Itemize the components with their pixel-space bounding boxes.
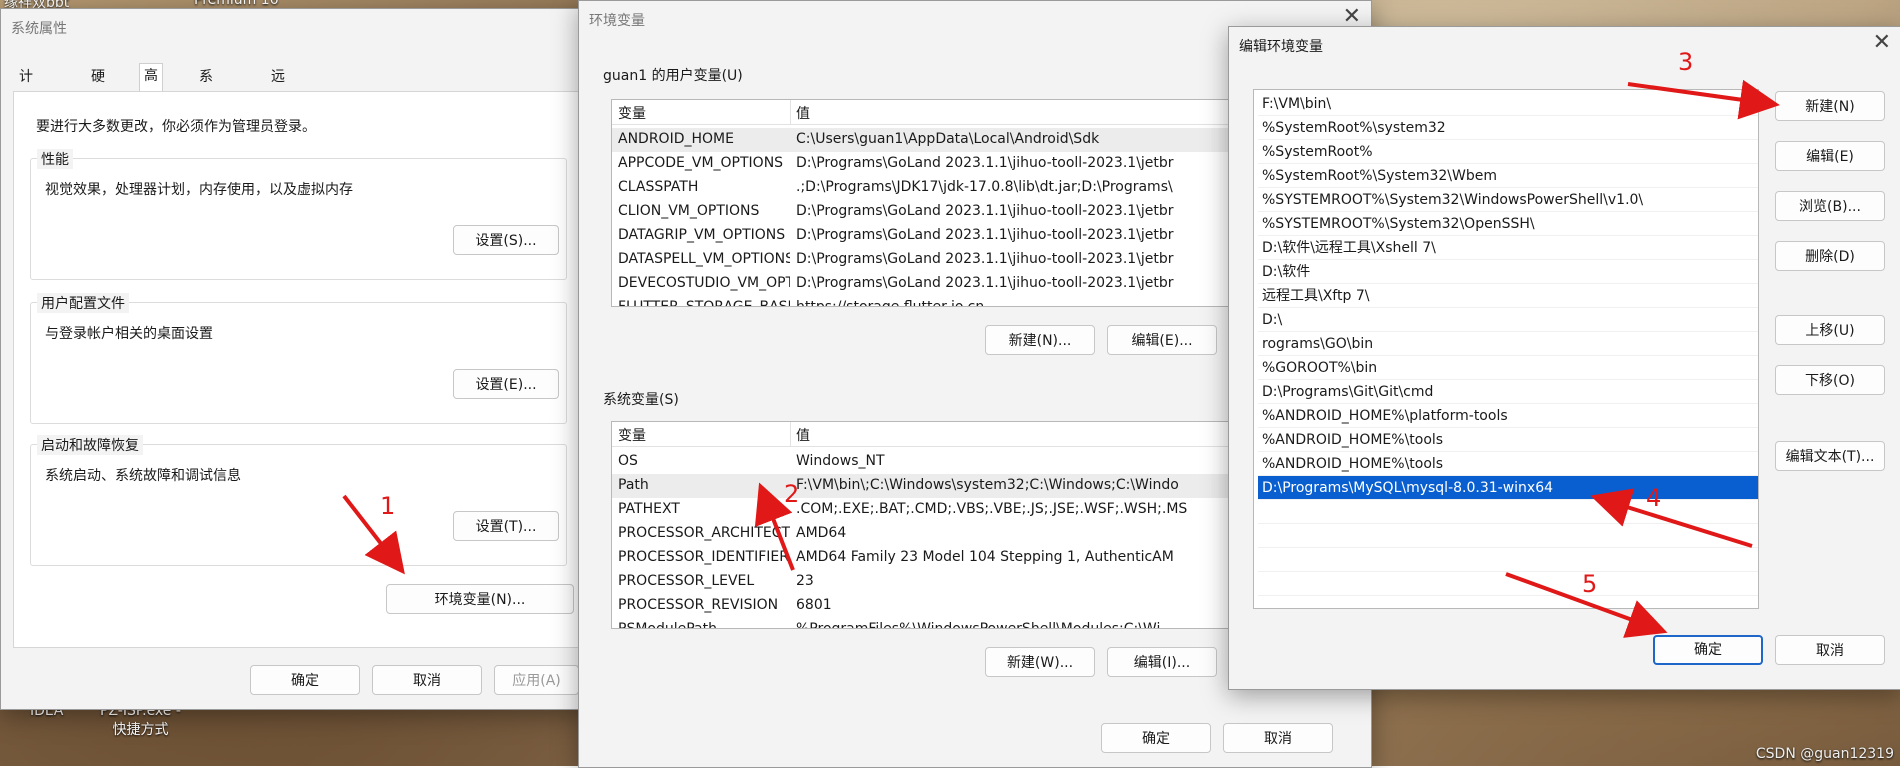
annotation-label-2: 2 xyxy=(784,480,800,508)
annotation-arrow-3 xyxy=(1627,79,1780,120)
annotation-arrows xyxy=(342,79,1780,638)
annotation-label-1: 1 xyxy=(380,492,396,520)
annotation-label-3: 3 xyxy=(1678,48,1694,76)
annotation-label-4: 4 xyxy=(1646,484,1662,512)
annotation-label-5: 5 xyxy=(1582,570,1598,598)
annotation-arrow-4 xyxy=(1590,488,1753,548)
